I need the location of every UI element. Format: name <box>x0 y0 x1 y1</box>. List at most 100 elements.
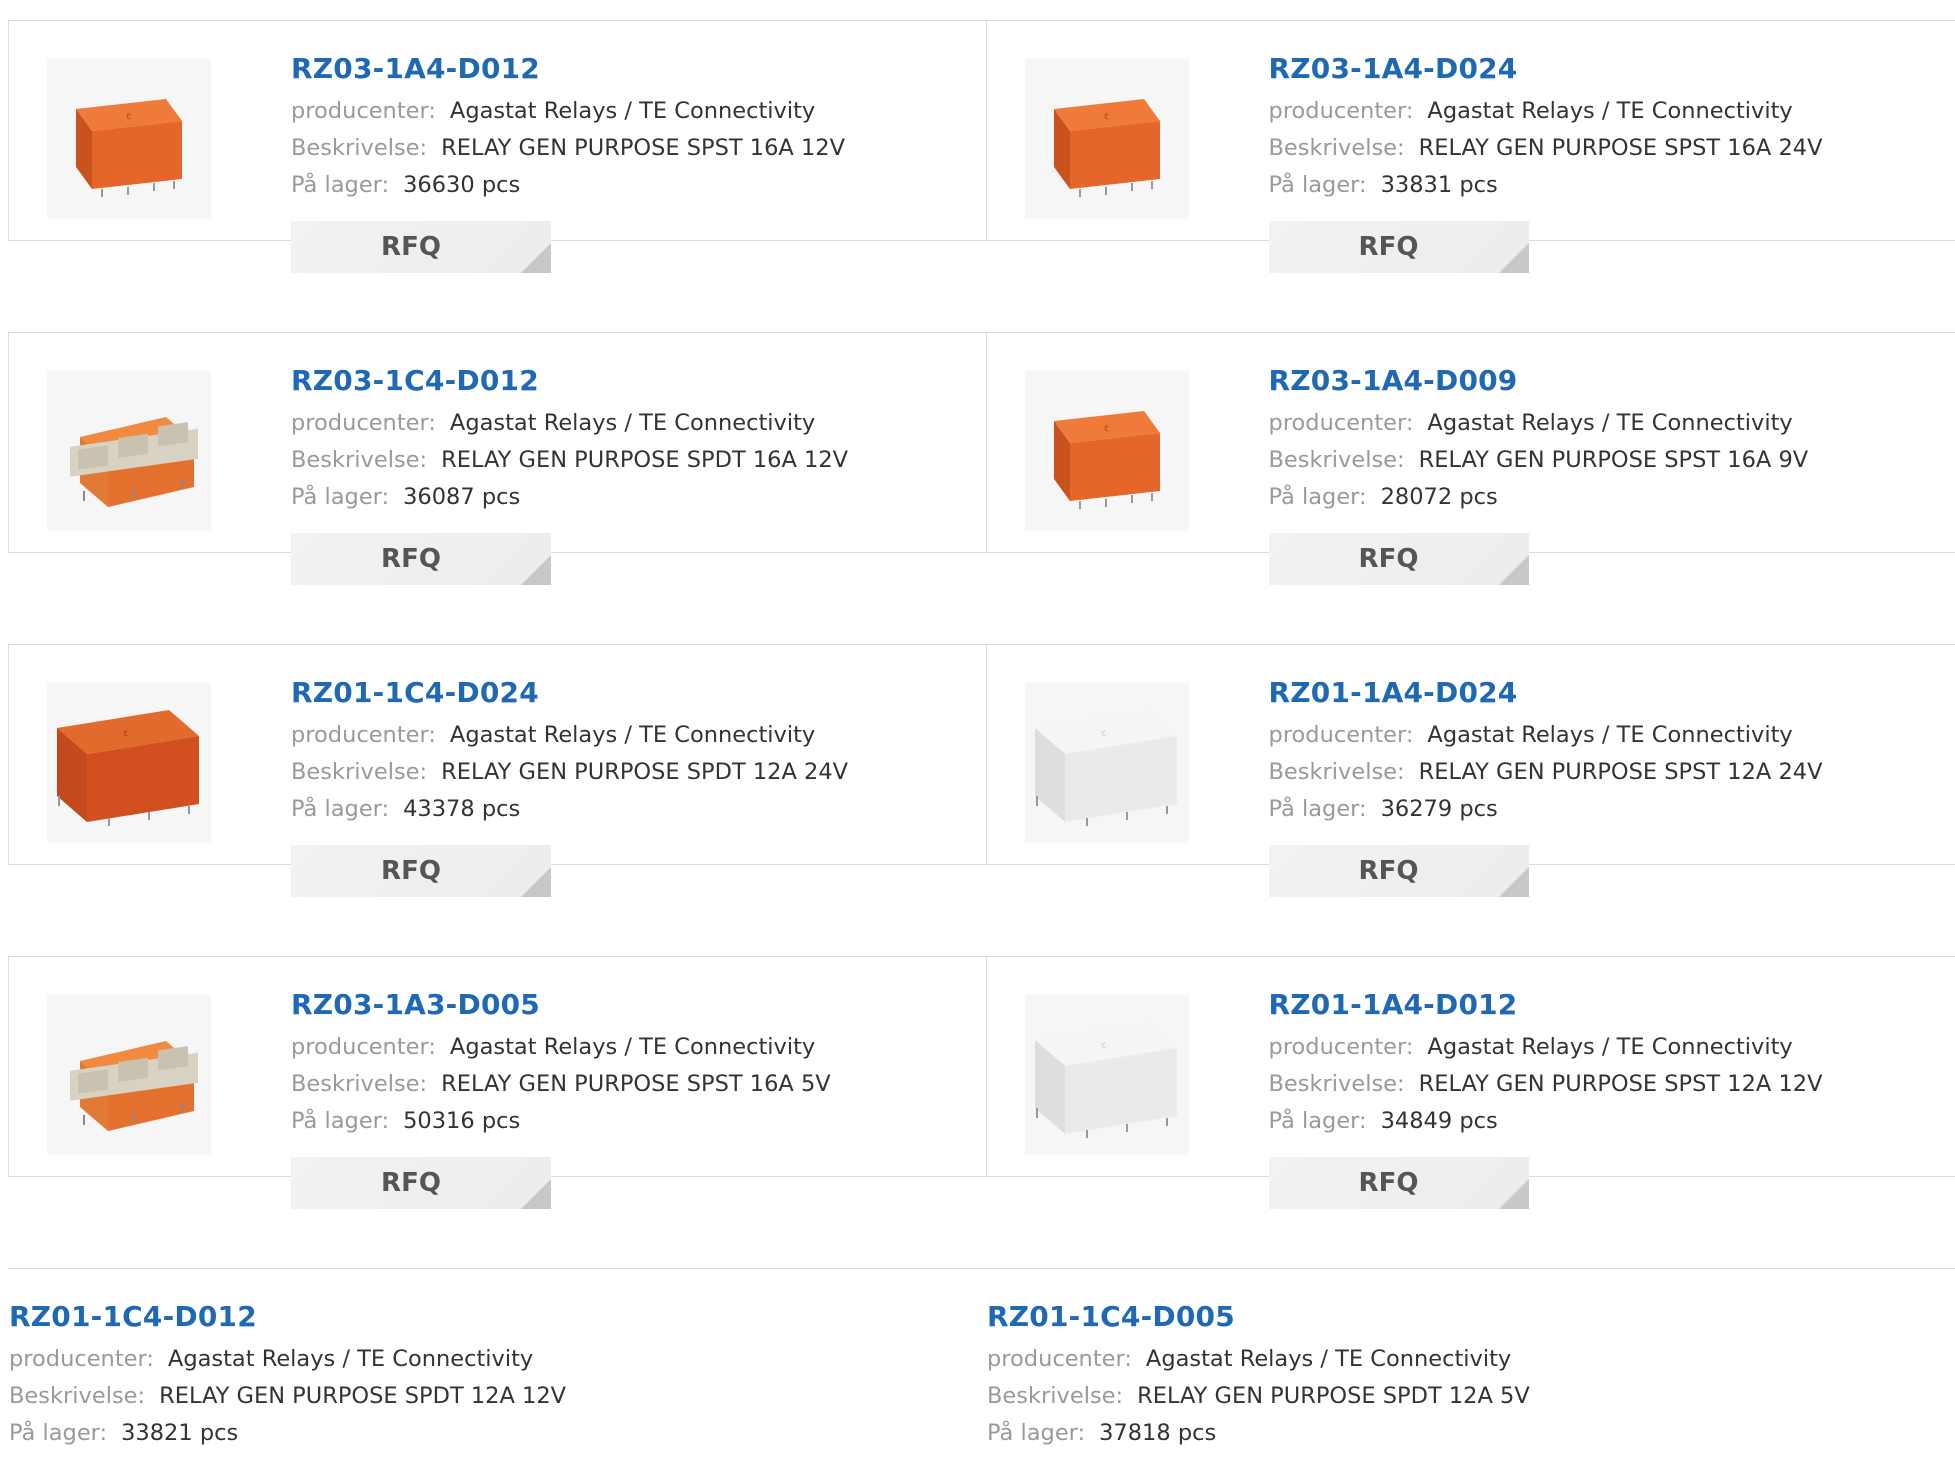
manufacturer-line: producenter:Agastat Relays / TE Connecti… <box>291 717 848 754</box>
stock-value: 43378 pcs <box>403 796 520 822</box>
rfq-label: RFQ <box>1359 544 1419 574</box>
product-card: ε RZ03-1A4-D012 producenter:Agastat Rela… <box>9 21 987 240</box>
description-label: Beskrivelse: <box>291 447 427 473</box>
manufacturer-line: producenter:Agastat Relays / TE Connecti… <box>1269 717 1823 754</box>
description-line: Beskrivelse:RELAY GEN PURPOSE SPDT 12A 2… <box>291 754 848 791</box>
manufacturer-value: Agastat Relays / TE Connectivity <box>450 722 815 748</box>
product-part-number-link[interactable]: RZ01-1C4-D005 <box>987 1299 1530 1335</box>
manufacturer-value: Agastat Relays / TE Connectivity <box>1427 410 1792 436</box>
product-image[interactable]: ε <box>1025 371 1189 531</box>
manufacturer-value: Agastat Relays / TE Connectivity <box>168 1346 533 1372</box>
description-label: Beskrivelse: <box>1269 1071 1405 1097</box>
product-part-number-link[interactable]: RZ01-1A4-D024 <box>1269 675 1823 711</box>
product-image[interactable] <box>47 995 211 1155</box>
product-card: RZ03-1C4-D012 producenter:Agastat Relays… <box>9 333 987 552</box>
corner-triangle-icon <box>521 867 551 897</box>
description-value: RELAY GEN PURPOSE SPST 16A 9V <box>1419 447 1809 473</box>
stock-line: På lager:36279 pcs <box>1269 791 1823 828</box>
product-image[interactable]: ε <box>1025 683 1189 843</box>
manufacturer-label: producenter: <box>987 1346 1132 1372</box>
stock-label: På lager: <box>1269 1108 1367 1134</box>
product-part-number-link[interactable]: RZ03-1A3-D005 <box>291 987 831 1023</box>
product-info: RZ01-1C4-D012 producenter: Agastat Relays… <box>9 1299 566 1452</box>
description-line: Beskrivelse:RELAY GEN PURPOSE SPST 16A 5… <box>291 1066 831 1103</box>
product-part-number-link[interactable]: RZ03-1A4-D009 <box>1269 363 1809 399</box>
rfq-label: RFQ <box>381 856 441 886</box>
product-card: ε RZ03-1A4-D009 producenter: Agastat Rela… <box>987 333 1955 552</box>
stock-label: På lager: <box>1269 172 1367 198</box>
svg-text:ε: ε <box>1104 423 1109 434</box>
rfq-label: RFQ <box>1359 1168 1419 1198</box>
product-image[interactable]: ε <box>1025 995 1189 1155</box>
product-part-number-link[interactable]: RZ01-1C4-D024 <box>291 675 848 711</box>
svg-text:ε: ε <box>1101 1040 1106 1051</box>
description-label: Beskrivelse: <box>291 1071 427 1097</box>
rfq-label: RFQ <box>381 1168 441 1198</box>
corner-triangle-icon <box>1499 867 1529 897</box>
corner-triangle-icon <box>1499 243 1529 273</box>
manufacturer-line: producenter:Agastat Relays / TE Connecti… <box>291 1029 831 1066</box>
product-image[interactable] <box>47 371 211 531</box>
orange-relay-open-icon <box>54 1015 204 1135</box>
manufacturer-label: producenter: <box>9 1346 154 1372</box>
description-value: RELAY GEN PURPOSE SPDT 12A 12V <box>159 1383 566 1409</box>
manufacturer-label: producenter: <box>1269 98 1414 124</box>
stock-label: På lager: <box>291 796 389 822</box>
manufacturer-value: Agastat Relays / TE Connectivity <box>450 410 815 436</box>
description-line: Beskrivelse:RELAY GEN PURPOSE SPST 16A 2… <box>1269 130 1823 167</box>
svg-text:ε: ε <box>1104 111 1109 122</box>
description-line: Beskrivelse:RELAY GEN PURPOSE SPST 12A 2… <box>1269 754 1823 791</box>
product-info: RZ03-1A3-D005 producenter:Agastat Relays… <box>291 987 831 1140</box>
description-value: RELAY GEN PURPOSE SPST 12A 24V <box>1419 759 1823 785</box>
svg-text:ε: ε <box>126 111 131 122</box>
manufacturer-label: producenter: <box>1269 1034 1414 1060</box>
stock-value: 36087 pcs <box>403 484 520 510</box>
rfq-button[interactable]: RFQ <box>291 221 551 273</box>
product-info: RZ01-1A4-D012 producenter:Agastat Relays… <box>1269 987 1823 1140</box>
rfq-button[interactable]: RFQ <box>291 533 551 585</box>
product-part-number-link[interactable]: RZ01-1C4-D012 <box>9 1299 566 1335</box>
product-info: RZ03-1C4-D012 producenter:Agastat Relays… <box>291 363 848 516</box>
corner-triangle-icon <box>521 243 551 273</box>
product-part-number-link[interactable]: RZ03-1C4-D012 <box>291 363 848 399</box>
product-row: RZ03-1A3-D005 producenter:Agastat Relays… <box>8 956 1955 1177</box>
stock-value: 37818 pcs <box>1099 1420 1216 1446</box>
rfq-button[interactable]: RFQ <box>291 845 551 897</box>
description-label: Beskrivelse: <box>291 135 427 161</box>
stock-line: På lager:34849 pcs <box>1269 1103 1823 1140</box>
stock-value: 33831 pcs <box>1381 172 1498 198</box>
rfq-button[interactable]: RFQ <box>1269 1157 1529 1209</box>
stock-value: 33821 pcs <box>121 1420 238 1446</box>
corner-triangle-icon <box>521 1179 551 1209</box>
product-info: RZ01-1C4-D005 producenter:Agastat Relays… <box>987 1299 1530 1452</box>
product-part-number-link[interactable]: RZ01-1A4-D012 <box>1269 987 1823 1023</box>
manufacturer-value: Agastat Relays / TE Connectivity <box>1427 722 1792 748</box>
orange-relay-top-icon: ε <box>1032 391 1182 511</box>
manufacturer-label: producenter: <box>1269 410 1414 436</box>
product-image[interactable]: ε <box>47 59 211 219</box>
stock-label: På lager: <box>1269 796 1367 822</box>
rfq-button[interactable]: RFQ <box>1269 221 1529 273</box>
rfq-button[interactable]: RFQ <box>1269 845 1529 897</box>
product-card: RZ01-1C4-D012 producenter: Agastat Relays… <box>8 1269 986 1468</box>
manufacturer-label: producenter: <box>291 1034 436 1060</box>
product-image[interactable]: ε <box>1025 59 1189 219</box>
orange-relay-top-icon: ε <box>54 79 204 199</box>
product-info: RZ01-1C4-D024 producenter:Agastat Relays… <box>291 675 848 828</box>
rfq-button[interactable]: RFQ <box>291 1157 551 1209</box>
corner-triangle-icon <box>521 555 551 585</box>
stock-value: 36630 pcs <box>403 172 520 198</box>
description-label: Beskrivelse: <box>987 1383 1123 1409</box>
manufacturer-line: producenter:Agastat Relays / TE Connecti… <box>987 1341 1530 1378</box>
product-part-number-link[interactable]: RZ03-1A4-D012 <box>291 51 845 87</box>
description-value: RELAY GEN PURPOSE SPDT 12A 24V <box>441 759 848 785</box>
product-info: RZ03-1A4-D009 producenter: Agastat Relays… <box>1269 363 1809 516</box>
rfq-button[interactable]: RFQ <box>1269 533 1529 585</box>
product-part-number-link[interactable]: RZ03-1A4-D024 <box>1269 51 1823 87</box>
stock-line: På lager: 33831 pcs <box>1269 167 1823 204</box>
stock-label: På lager: <box>291 484 389 510</box>
product-image[interactable]: ε <box>47 683 211 843</box>
product-row: RZ01-1C4-D012 producenter:Agastat Relays… <box>8 1268 1955 1468</box>
product-info: RZ03-1A4-D024 producenter:Agastat Relays… <box>1269 51 1823 204</box>
stock-line: På lager:36630 pcs <box>291 167 845 204</box>
